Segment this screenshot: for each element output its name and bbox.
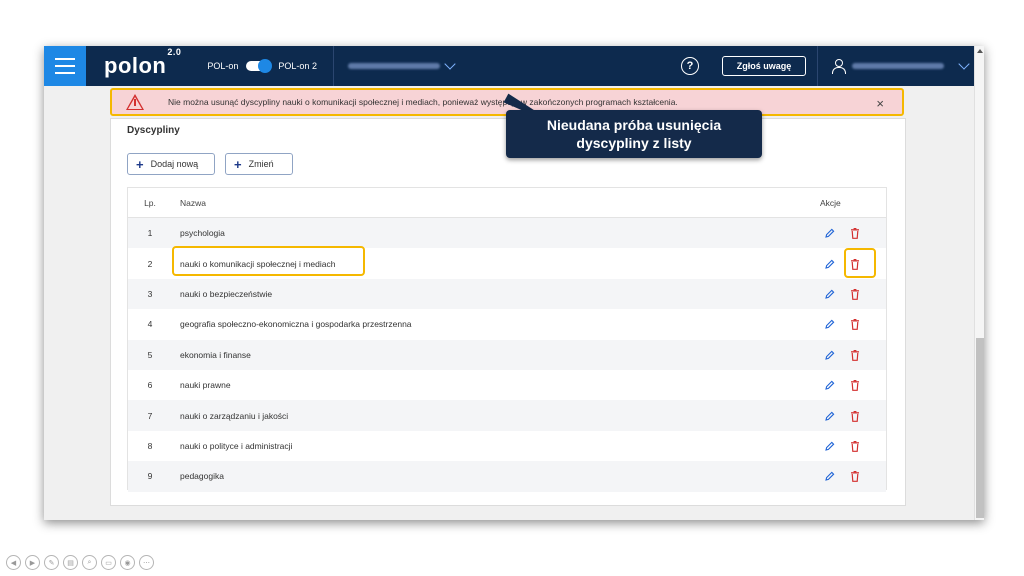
view-icon[interactable]: ◉	[120, 555, 135, 570]
header-actions: Akcje	[820, 197, 841, 208]
disciplines-table: Lp. Nazwa Akcje 1 psychologia 2 nauki o kom…	[127, 187, 887, 492]
table-row: 4 geografia społeczno-ekonomiczna i gospo…	[128, 309, 886, 339]
user-icon	[832, 59, 846, 74]
trash-icon[interactable]	[850, 228, 860, 240]
chevron-down-icon	[958, 58, 970, 70]
pencil-icon[interactable]	[825, 289, 835, 299]
trash-icon[interactable]	[850, 319, 860, 331]
table-row: 9 pedagogika	[128, 461, 886, 492]
previous-icon[interactable]: ◀	[6, 555, 21, 570]
disciplines-card: Dyscypliny + Dodaj nową + Zmień Lp. Nazw…	[110, 118, 906, 506]
player-controls: ◀ ▶ ✎ ▤ ⌕ ▭ ◉ ⋯	[6, 555, 154, 570]
scroll-thumb[interactable]	[976, 338, 984, 518]
alert-message: Nie można usunąć dyscypliny nauki o komu…	[168, 97, 678, 107]
app-window: polon2.0 POL-on POL-on 2 ? Zgłoś uwagę D…	[44, 46, 984, 520]
trash-icon[interactable]	[850, 410, 860, 422]
row-lp: 6	[147, 380, 153, 391]
trash-icon[interactable]	[850, 288, 860, 300]
toggle-label-left: POL-on	[207, 61, 239, 71]
captions-icon[interactable]: ▭	[101, 555, 116, 570]
pencil-icon[interactable]	[825, 441, 835, 451]
row-name: psychologia	[180, 228, 225, 239]
more-icon[interactable]: ⋯	[139, 555, 154, 570]
divider	[817, 46, 818, 86]
row-name: nauki prawne	[180, 380, 231, 391]
chevron-down-icon	[444, 58, 456, 70]
row-name: nauki o zarządzaniu i jakości	[180, 410, 289, 421]
pen-icon[interactable]: ✎	[44, 555, 59, 570]
row-name: geografia społeczno-ekonomiczna i gospod…	[180, 319, 412, 330]
table-row: 3 nauki o bezpieczeństwie	[128, 278, 886, 310]
toggle-switch[interactable]	[246, 59, 273, 73]
trash-icon[interactable]	[850, 440, 860, 452]
add-new-button[interactable]: + Dodaj nową	[127, 153, 215, 175]
card-title: Dyscypliny	[127, 125, 180, 136]
trash-icon[interactable]	[850, 380, 860, 392]
play-icon[interactable]: ▶	[25, 555, 40, 570]
table-header: Lp. Nazwa Akcje	[128, 188, 886, 218]
pencil-icon[interactable]	[825, 259, 835, 269]
table-row: 1 psychologia	[128, 218, 886, 249]
pencil-icon[interactable]	[825, 471, 835, 482]
report-button[interactable]: Zgłoś uwagę	[722, 56, 806, 76]
menu-icon[interactable]	[44, 46, 86, 86]
callout-annotation: Nieudana próba usunięcia dyscypliny z li…	[506, 110, 762, 158]
row-lp: 5	[147, 349, 153, 360]
highlight-delete-button	[844, 248, 876, 278]
divider	[332, 46, 334, 86]
user-menu[interactable]	[832, 46, 970, 86]
pencil-icon[interactable]	[825, 411, 835, 421]
system-toggle[interactable]: POL-on POL-on 2	[207, 59, 317, 73]
warning-icon	[126, 94, 144, 110]
row-lp: 2	[147, 258, 153, 269]
close-icon[interactable]: ×	[876, 96, 884, 111]
top-bar: polon2.0 POL-on POL-on 2 ? Zgłoś uwagę	[44, 46, 974, 86]
vertical-scrollbar[interactable]	[974, 46, 984, 520]
row-name: pedagogika	[180, 471, 224, 482]
institution-name-redacted	[347, 63, 440, 69]
pencil-icon[interactable]	[825, 228, 835, 238]
row-lp: 7	[147, 410, 153, 421]
plus-icon: +	[234, 156, 242, 172]
row-lp: 1	[147, 228, 153, 239]
user-name-redacted	[852, 63, 944, 69]
highlight-discipline-name	[172, 246, 365, 276]
scroll-up-icon[interactable]	[977, 49, 983, 53]
help-icon[interactable]: ?	[681, 57, 699, 75]
table-row: 8 nauki o polityce i administracji	[128, 431, 886, 461]
zoom-icon[interactable]: ⌕	[82, 555, 97, 570]
institution-selector[interactable]	[347, 58, 456, 70]
trash-icon[interactable]	[850, 471, 860, 483]
row-lp: 9	[147, 471, 153, 482]
trash-icon[interactable]	[850, 349, 860, 361]
row-lp: 3	[147, 288, 153, 299]
pencil-icon[interactable]	[825, 319, 835, 330]
polon-logo[interactable]: polon2.0	[104, 47, 181, 79]
row-name: nauki o bezpieczeństwie	[180, 288, 273, 299]
pencil-icon[interactable]	[825, 350, 835, 360]
header-name: Nazwa	[180, 197, 206, 208]
pencil-icon[interactable]	[825, 380, 835, 390]
pages-icon[interactable]: ▤	[63, 555, 78, 570]
table-row: 7 nauki o zarządzaniu i jakości	[128, 400, 886, 431]
row-lp: 4	[147, 319, 153, 330]
row-lp: 8	[147, 440, 153, 451]
row-name: nauki o polityce i administracji	[180, 440, 293, 451]
table-row: 5 ekonomia i finanse	[128, 339, 886, 370]
table-row: 6 nauki prawne	[128, 370, 886, 400]
header-lp: Lp.	[144, 197, 156, 208]
row-name: ekonomia i finanse	[180, 349, 251, 360]
change-button[interactable]: + Zmień	[225, 153, 293, 175]
toggle-label-right: POL-on 2	[278, 61, 317, 71]
plus-icon: +	[136, 156, 144, 172]
